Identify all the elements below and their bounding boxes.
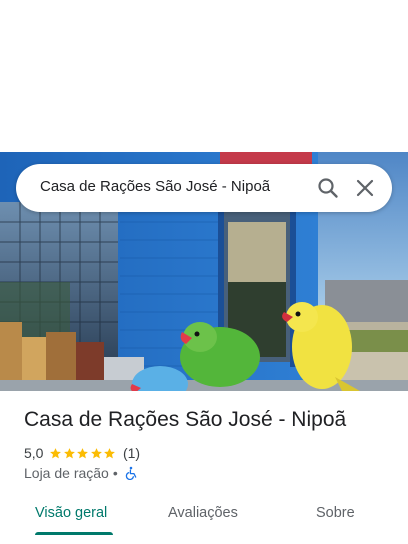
wheelchair-icon [124, 466, 138, 481]
separator: • [112, 465, 118, 481]
search-input[interactable]: Casa de Rações São José - Nipoã [40, 178, 290, 195]
active-tab-indicator [35, 532, 113, 535]
star-icon [91, 447, 102, 458]
tab-overview[interactable]: Visão geral [35, 505, 107, 521]
search-icon[interactable] [316, 176, 340, 200]
star-icon [77, 447, 89, 458]
rating-count[interactable]: (1) [123, 445, 140, 461]
star-icon [104, 447, 116, 458]
search-bar[interactable]: Casa de Rações São José - Nipoã [16, 164, 392, 212]
category-row: Loja de ração • [24, 465, 138, 481]
place-tabs: Visão geral Avaliações Sobre [0, 496, 408, 544]
place-title: Casa de Rações São José - Nipoã [24, 408, 347, 431]
blank-map-area [0, 0, 408, 152]
rating-value: 5,0 [24, 445, 44, 461]
place-category: Loja de ração [24, 465, 109, 481]
close-icon[interactable] [353, 176, 377, 200]
star-icon [50, 447, 62, 458]
rating-row[interactable]: 5,0 (1) [24, 445, 140, 461]
tab-reviews[interactable]: Avaliações [168, 505, 238, 521]
star-icon [64, 447, 75, 458]
rating-stars [49, 447, 117, 460]
tab-about[interactable]: Sobre [316, 505, 355, 521]
